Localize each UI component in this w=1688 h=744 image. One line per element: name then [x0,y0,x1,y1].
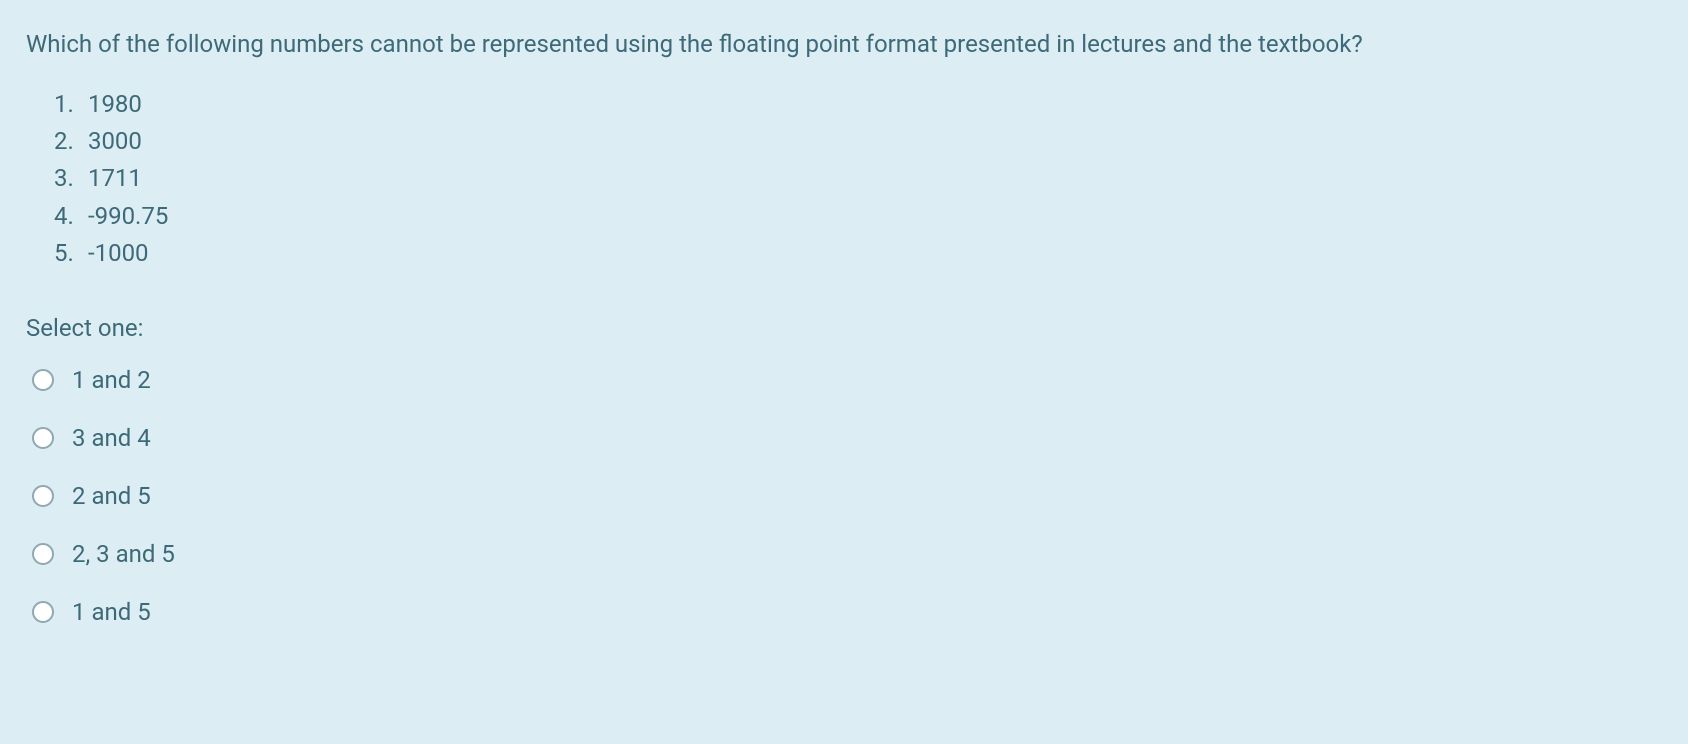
option-row[interactable]: 2, 3 and 5 [32,536,1662,572]
list-value: 1711 [88,164,142,192]
list-index: 1. [54,86,82,123]
option-row[interactable]: 2 and 5 [32,478,1662,514]
list-index: 5. [54,235,82,272]
option-row[interactable]: 1 and 5 [32,594,1662,630]
option-label: 3 and 4 [72,420,151,456]
radio-input[interactable] [32,601,54,623]
list-value: -1000 [88,239,149,267]
radio-input[interactable] [32,485,54,507]
list-index: 4. [54,198,82,235]
option-label: 2 and 5 [72,478,151,514]
question-text: Which of the following numbers cannot be… [26,26,1662,62]
list-item: 4. -990.75 [54,198,1662,235]
options-group: 1 and 2 3 and 4 2 and 5 2, 3 and 5 1 and… [26,362,1662,630]
option-row[interactable]: 3 and 4 [32,420,1662,456]
list-index: 2. [54,123,82,160]
radio-input[interactable] [32,543,54,565]
list-index: 3. [54,160,82,197]
list-value: -990.75 [88,202,168,230]
list-item: 3. 1711 [54,160,1662,197]
list-item: 5. -1000 [54,235,1662,272]
radio-input[interactable] [32,369,54,391]
number-list: 1. 1980 2. 3000 3. 1711 4. -990.75 5. -1… [26,86,1662,272]
list-value: 3000 [88,127,142,155]
radio-input[interactable] [32,427,54,449]
list-item: 2. 3000 [54,123,1662,160]
list-value: 1980 [88,90,142,118]
option-label: 1 and 5 [72,594,151,630]
option-label: 1 and 2 [72,362,151,398]
select-prompt: Select one: [26,310,1662,346]
list-item: 1. 1980 [54,86,1662,123]
option-label: 2, 3 and 5 [72,536,175,572]
option-row[interactable]: 1 and 2 [32,362,1662,398]
